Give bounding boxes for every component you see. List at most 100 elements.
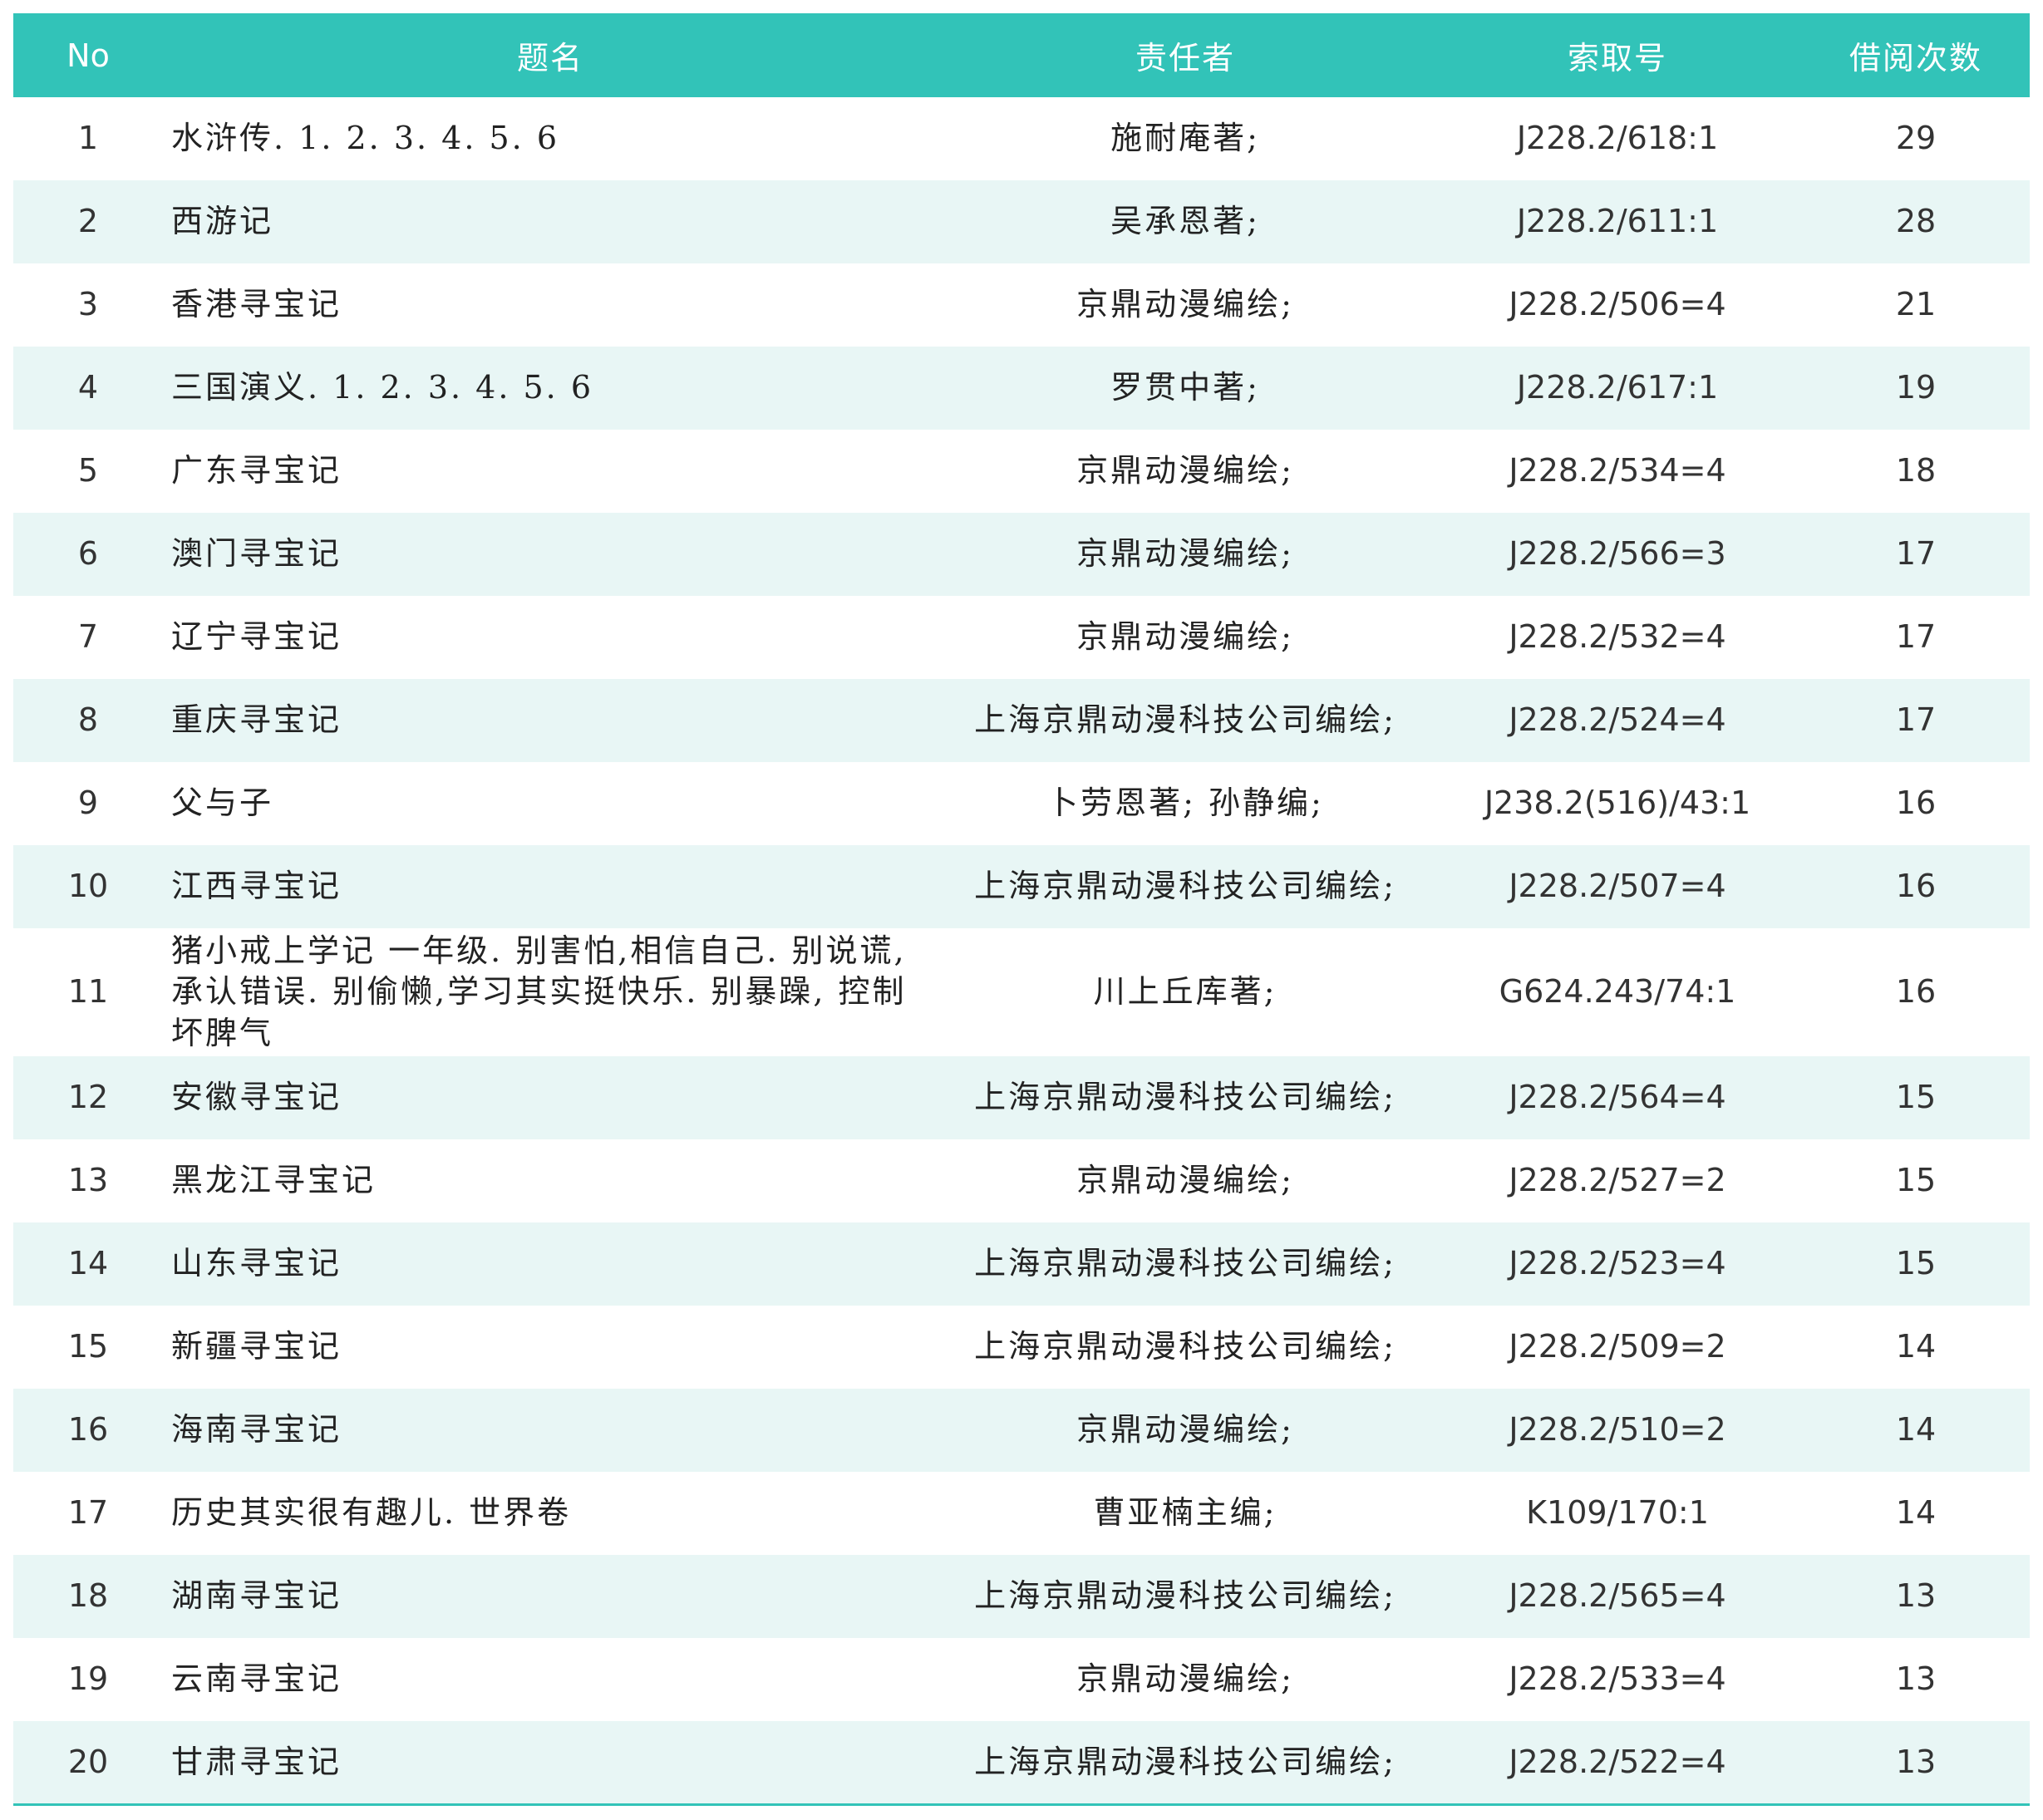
cell-call-number: J228.2/566=3: [1433, 513, 1802, 596]
cell-no: 4: [13, 347, 163, 430]
cell-call-number: J228.2/564=4: [1433, 1056, 1802, 1139]
cell-call-number: J228.2/527=2: [1433, 1139, 1802, 1222]
cell-no: 18: [13, 1555, 163, 1638]
cell-no: 3: [13, 263, 163, 347]
table-row: 18 湖南寻宝记 上海京鼎动漫科技公司编绘; J228.2/565=4 13: [13, 1555, 2030, 1638]
cell-title: 父与子: [163, 762, 938, 845]
cell-no: 19: [13, 1638, 163, 1721]
table-row: 8 重庆寻宝记 上海京鼎动漫科技公司编绘; J228.2/524=4 17: [13, 679, 2030, 762]
cell-call-number: K109/170:1: [1433, 1472, 1802, 1555]
table-row: 12 安徽寻宝记 上海京鼎动漫科技公司编绘; J228.2/564=4 15: [13, 1056, 2030, 1139]
cell-responsibility: 京鼎动漫编绘;: [938, 1139, 1433, 1222]
cell-responsibility: 京鼎动漫编绘;: [938, 596, 1433, 679]
cell-title: 广东寻宝记: [163, 430, 938, 513]
table-row: 4 三国演义. 1. 2. 3. 4. 5. 6 罗贯中著; J228.2/617:1…: [13, 347, 2030, 430]
cell-responsibility: 上海京鼎动漫科技公司编绘;: [938, 845, 1433, 928]
cell-borrow-count: 17: [1802, 513, 2030, 596]
cell-title: 香港寻宝记: [163, 263, 938, 347]
cell-borrow-count: 28: [1802, 180, 2030, 263]
table-row: 19 云南寻宝记 京鼎动漫编绘; J228.2/533=4 13: [13, 1638, 2030, 1721]
table-row: 5 广东寻宝记 京鼎动漫编绘; J228.2/534=4 18: [13, 430, 2030, 513]
cell-title: 山东寻宝记: [163, 1222, 938, 1306]
cell-call-number: J228.2/524=4: [1433, 679, 1802, 762]
table-row: 20 甘肃寻宝记 上海京鼎动漫科技公司编绘; J228.2/522=4 13: [13, 1721, 2030, 1806]
cell-call-number: J228.2/510=2: [1433, 1389, 1802, 1472]
header-call-number: 索取号: [1433, 13, 1802, 97]
cell-call-number: J228.2/506=4: [1433, 263, 1802, 347]
cell-no: 6: [13, 513, 163, 596]
cell-title: 云南寻宝记: [163, 1638, 938, 1721]
cell-responsibility: 曹亚楠主编;: [938, 1472, 1433, 1555]
cell-responsibility: 罗贯中著;: [938, 347, 1433, 430]
cell-no: 20: [13, 1721, 163, 1806]
cell-title: 黑龙江寻宝记: [163, 1139, 938, 1222]
cell-responsibility: 上海京鼎动漫科技公司编绘;: [938, 1056, 1433, 1139]
header-row: No 题名 责任者 索取号 借阅次数: [13, 13, 2030, 97]
cell-responsibility: 上海京鼎动漫科技公司编绘;: [938, 1306, 1433, 1389]
cell-responsibility: 吴承恩著;: [938, 180, 1433, 263]
cell-borrow-count: 15: [1802, 1056, 2030, 1139]
cell-call-number: J238.2(516)/43:1: [1433, 762, 1802, 845]
table-row: 2 西游记 吴承恩著; J228.2/611:1 28: [13, 180, 2030, 263]
cell-borrow-count: 14: [1802, 1306, 2030, 1389]
cell-title: 猪小戒上学记 一年级. 别害怕,相信自己. 别说谎,承认错误. 别偷懒,学习其实…: [163, 928, 938, 1056]
cell-no: 11: [13, 928, 163, 1056]
cell-responsibility: 京鼎动漫编绘;: [938, 430, 1433, 513]
cell-call-number: J228.2/507=4: [1433, 845, 1802, 928]
cell-responsibility: 上海京鼎动漫科技公司编绘;: [938, 679, 1433, 762]
cell-call-number: J228.2/523=4: [1433, 1222, 1802, 1306]
cell-no: 2: [13, 180, 163, 263]
cell-responsibility: 施耐庵著;: [938, 97, 1433, 180]
table-row: 15 新疆寻宝记 上海京鼎动漫科技公司编绘; J228.2/509=2 14: [13, 1306, 2030, 1389]
table-header: No 题名 责任者 索取号 借阅次数: [13, 13, 2030, 97]
cell-call-number: J228.2/617:1: [1433, 347, 1802, 430]
header-responsibility: 责任者: [938, 13, 1433, 97]
cell-call-number: J228.2/532=4: [1433, 596, 1802, 679]
cell-title: 澳门寻宝记: [163, 513, 938, 596]
cell-borrow-count: 13: [1802, 1721, 2030, 1806]
cell-call-number: G624.243/74:1: [1433, 928, 1802, 1056]
cell-no: 7: [13, 596, 163, 679]
table-row: 1 水浒传. 1. 2. 3. 4. 5. 6 施耐庵著; J228.2/618:1 2…: [13, 97, 2030, 180]
cell-borrow-count: 13: [1802, 1555, 2030, 1638]
cell-title: 安徽寻宝记: [163, 1056, 938, 1139]
cell-no: 12: [13, 1056, 163, 1139]
cell-no: 9: [13, 762, 163, 845]
cell-title: 重庆寻宝记: [163, 679, 938, 762]
table-row: 6 澳门寻宝记 京鼎动漫编绘; J228.2/566=3 17: [13, 513, 2030, 596]
cell-responsibility: 京鼎动漫编绘;: [938, 1389, 1433, 1472]
table-row: 3 香港寻宝记 京鼎动漫编绘; J228.2/506=4 21: [13, 263, 2030, 347]
cell-call-number: J228.2/611:1: [1433, 180, 1802, 263]
cell-call-number: J228.2/618:1: [1433, 97, 1802, 180]
cell-borrow-count: 17: [1802, 596, 2030, 679]
table-row: 17 历史其实很有趣儿. 世界卷 曹亚楠主编; K109/170:1 14: [13, 1472, 2030, 1555]
cell-borrow-count: 17: [1802, 679, 2030, 762]
cell-borrow-count: 13: [1802, 1638, 2030, 1721]
cell-borrow-count: 16: [1802, 845, 2030, 928]
cell-no: 17: [13, 1472, 163, 1555]
table-row: 13 黑龙江寻宝记 京鼎动漫编绘; J228.2/527=2 15: [13, 1139, 2030, 1222]
cell-borrow-count: 15: [1802, 1222, 2030, 1306]
cell-title: 水浒传. 1. 2. 3. 4. 5. 6: [163, 97, 938, 180]
cell-call-number: J228.2/565=4: [1433, 1555, 1802, 1638]
cell-borrow-count: 19: [1802, 347, 2030, 430]
header-borrow-count: 借阅次数: [1802, 13, 2030, 97]
cell-no: 1: [13, 97, 163, 180]
table-row: 10 江西寻宝记 上海京鼎动漫科技公司编绘; J228.2/507=4 16: [13, 845, 2030, 928]
cell-call-number: J228.2/522=4: [1433, 1721, 1802, 1806]
cell-title: 辽宁寻宝记: [163, 596, 938, 679]
cell-responsibility: 卜劳恩著; 孙静编;: [938, 762, 1433, 845]
table-row: 14 山东寻宝记 上海京鼎动漫科技公司编绘; J228.2/523=4 15: [13, 1222, 2030, 1306]
cell-responsibility: 上海京鼎动漫科技公司编绘;: [938, 1555, 1433, 1638]
cell-call-number: J228.2/534=4: [1433, 430, 1802, 513]
cell-title: 新疆寻宝记: [163, 1306, 938, 1389]
table-row: 7 辽宁寻宝记 京鼎动漫编绘; J228.2/532=4 17: [13, 596, 2030, 679]
cell-no: 8: [13, 679, 163, 762]
header-no: No: [13, 13, 163, 97]
cell-borrow-count: 14: [1802, 1472, 2030, 1555]
cell-responsibility: 京鼎动漫编绘;: [938, 263, 1433, 347]
cell-title: 历史其实很有趣儿. 世界卷: [163, 1472, 938, 1555]
table-row: 16 海南寻宝记 京鼎动漫编绘; J228.2/510=2 14: [13, 1389, 2030, 1472]
borrow-ranking-table: No 题名 责任者 索取号 借阅次数 1 水浒传. 1. 2. 3. 4. 5. …: [13, 13, 2030, 1806]
cell-no: 16: [13, 1389, 163, 1472]
